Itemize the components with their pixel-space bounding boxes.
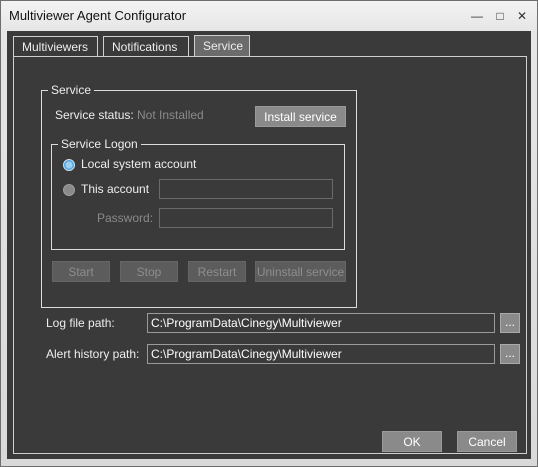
tab-multiviewers[interactable]: Multiviewers (13, 36, 98, 56)
service-groupbox: Service Service status: Not Installed In… (41, 82, 357, 308)
tab-notifications[interactable]: Notifications (103, 36, 189, 56)
service-logon-title: Service Logon (58, 136, 141, 152)
ok-button[interactable]: OK (382, 431, 442, 452)
local-system-label[interactable]: Local system account (81, 157, 196, 171)
service-tab-panel: Service Service status: Not Installed In… (13, 56, 527, 454)
local-system-radio[interactable] (63, 159, 75, 171)
alert-history-path-input[interactable]: C:\ProgramData\Cinegy\Multiviewer (147, 344, 495, 364)
service-status-value: Not Installed (137, 108, 204, 122)
maximize-icon[interactable]: □ (490, 7, 510, 25)
this-account-label[interactable]: This account (81, 182, 149, 196)
cancel-button[interactable]: Cancel (457, 431, 517, 452)
tab-service[interactable]: Service (194, 35, 250, 57)
service-group-title: Service (48, 82, 95, 98)
log-file-path-label: Log file path: (46, 316, 115, 330)
client-area: Multiviewers Notifications Service Servi… (7, 31, 531, 459)
account-field[interactable] (159, 179, 333, 199)
service-status-label: Service status: (55, 108, 134, 122)
log-path-browse-button[interactable]: ... (500, 313, 520, 333)
restart-button[interactable]: Restart (188, 261, 246, 282)
uninstall-service-button[interactable]: Uninstall service (255, 261, 346, 282)
title-bar[interactable]: Multiviewer Agent Configurator — □ ✕ (1, 1, 537, 31)
minimize-icon[interactable]: — (467, 7, 487, 25)
window-title: Multiviewer Agent Configurator (9, 8, 187, 23)
start-button[interactable]: Start (52, 261, 110, 282)
log-file-path-input[interactable]: C:\ProgramData\Cinegy\Multiviewer (147, 313, 495, 333)
this-account-radio[interactable] (63, 184, 75, 196)
service-logon-groupbox: Service Logon Local system account This … (51, 136, 345, 250)
configurator-window: Multiviewer Agent Configurator — □ ✕ Mul… (0, 0, 538, 467)
install-service-button[interactable]: Install service (255, 106, 346, 127)
password-label: Password: (97, 211, 154, 225)
password-field[interactable] (159, 208, 333, 228)
alert-path-browse-button[interactable]: ... (500, 344, 520, 364)
alert-history-path-label: Alert history path: (46, 347, 140, 361)
stop-button[interactable]: Stop (120, 261, 178, 282)
close-icon[interactable]: ✕ (512, 7, 532, 25)
